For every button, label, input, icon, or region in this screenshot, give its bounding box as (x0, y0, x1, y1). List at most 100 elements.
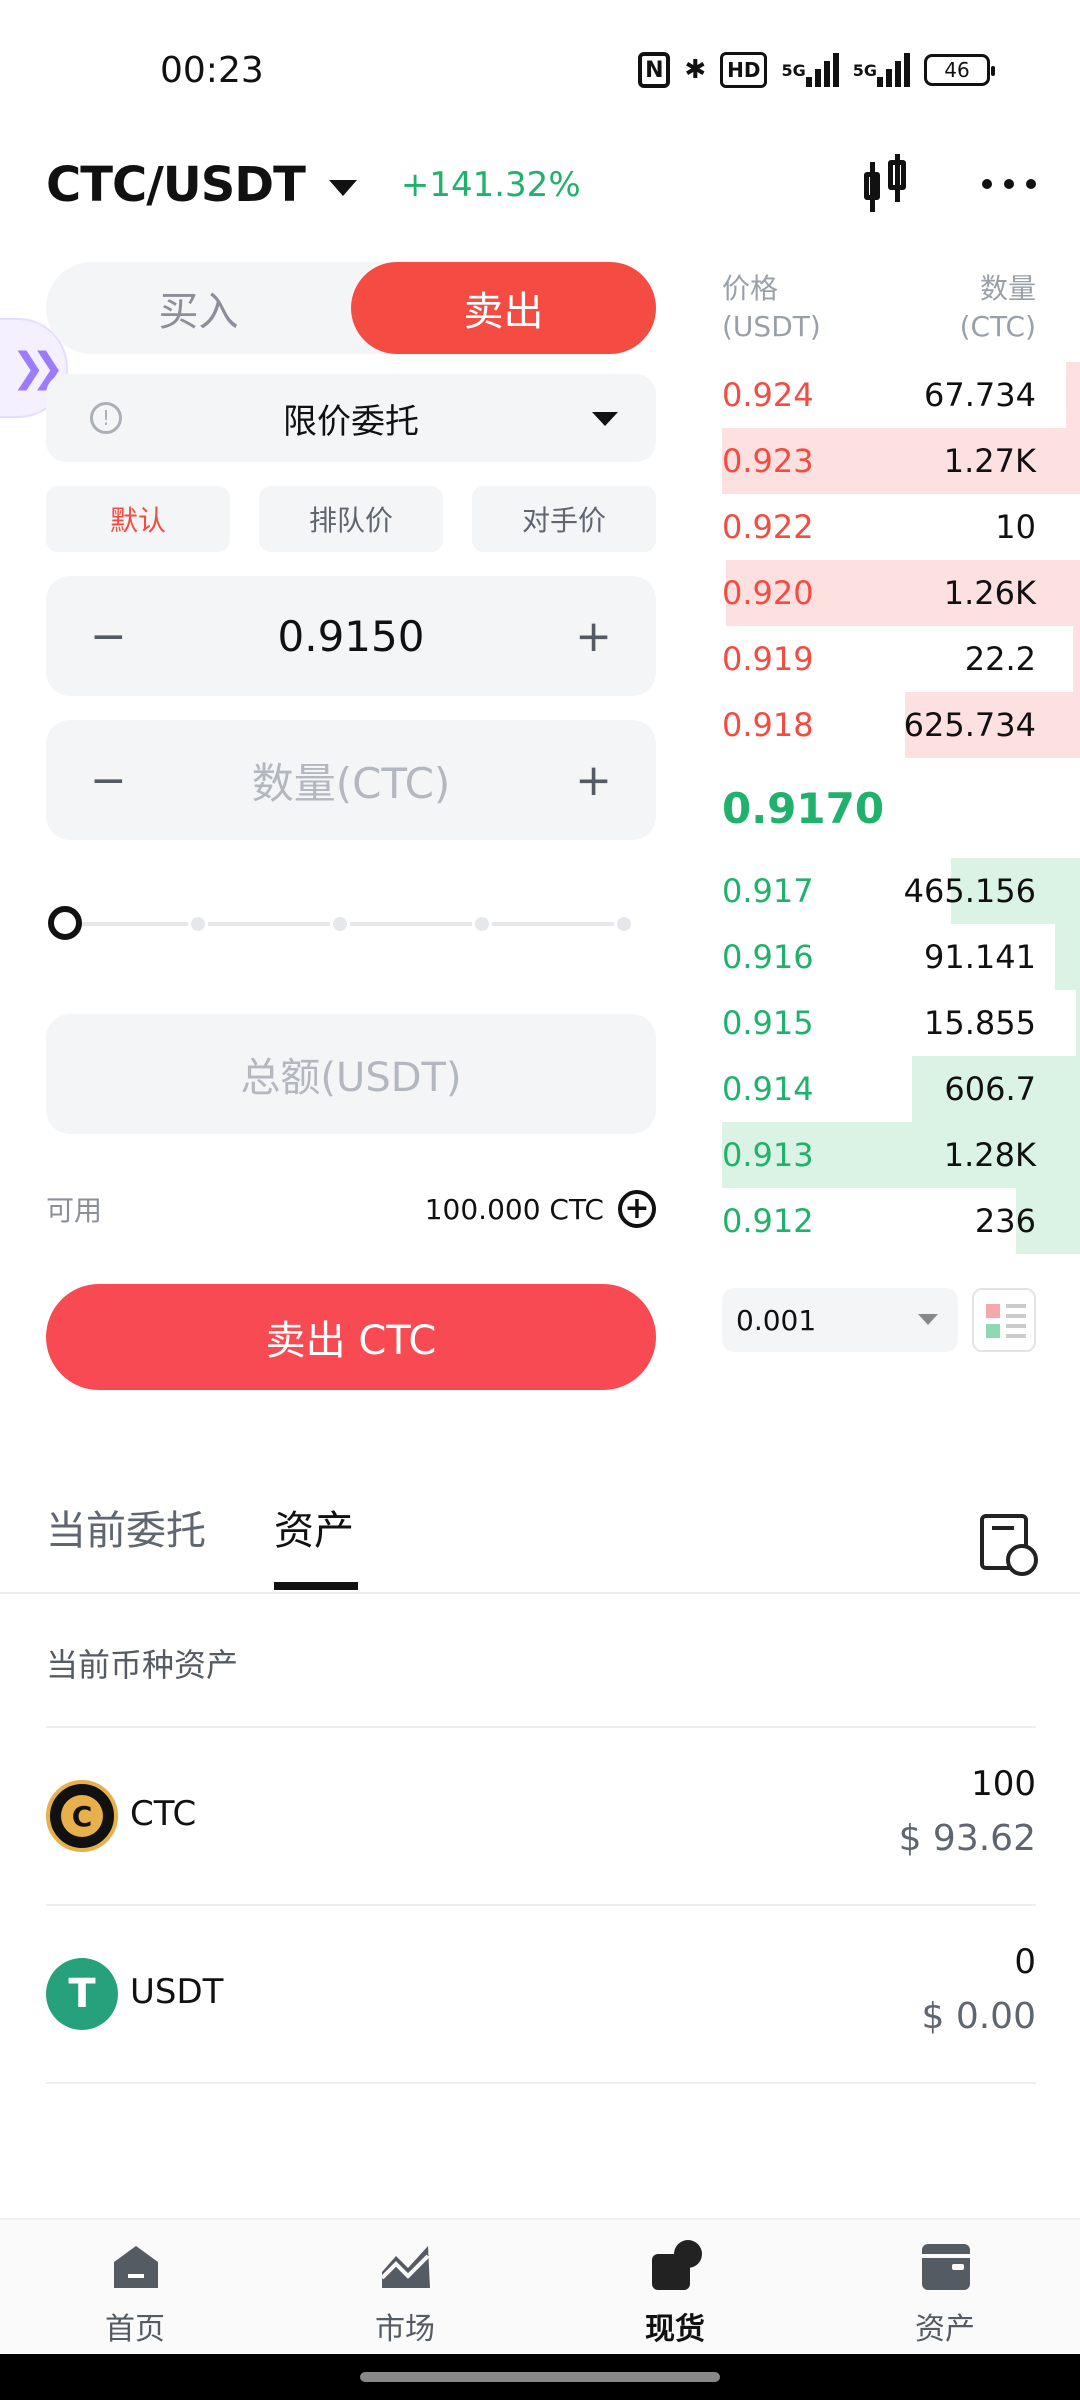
quantity-increment-button[interactable]: + (575, 720, 612, 840)
book-layout-icon[interactable] (972, 1288, 1036, 1352)
asset-usd-value: $ 0.00 (921, 1996, 1036, 2037)
order-book-footer: 0.001 (722, 1288, 1080, 1352)
price-stepper[interactable]: − 0.9150 + (46, 576, 656, 696)
slider-step-25[interactable] (188, 914, 208, 934)
usdt-coin-icon: T (46, 1958, 118, 2030)
price-default-button[interactable]: 默认 (46, 486, 230, 552)
price-mode-buttons: 默认 排队价 对手价 (46, 486, 656, 552)
bottom-nav: 首页 市场 现货 资产 (0, 2218, 1080, 2354)
precision-value: 0.001 (736, 1303, 817, 1337)
candlestick-chart-icon[interactable] (860, 154, 912, 214)
price-change: +141.32% (400, 165, 581, 205)
slider-knob[interactable] (48, 906, 82, 940)
available-balance: 可用 100.000 CTC + (46, 1184, 656, 1234)
more-icon[interactable] (982, 179, 1036, 189)
tab-sell[interactable]: 卖出 (351, 262, 656, 354)
order-book: 价格 (USDT) 数量 (CTC) 0.924 67.734 0.923 1.27K … (722, 262, 1080, 1352)
price-counter-button[interactable]: 对手价 (472, 486, 656, 552)
tab-buy[interactable]: 买入 (46, 262, 351, 354)
price-queue-button[interactable]: 排队价 (259, 486, 443, 552)
price-input[interactable]: 0.9150 (278, 612, 425, 661)
bid-row[interactable]: 0.914 606.7 (722, 1056, 1080, 1122)
pair-selector[interactable]: CTC/USDT (46, 157, 306, 213)
assets-title: 当前币种资产 (46, 1600, 1036, 1728)
slider-step-75[interactable] (472, 914, 492, 934)
order-book-header: 价格 (USDT) 数量 (CTC) (722, 262, 1080, 362)
nfc-icon: N (638, 52, 671, 88)
quantity-decrement-button[interactable]: − (90, 720, 127, 840)
market-chart-icon (380, 2246, 430, 2288)
quantity-stepper[interactable]: − 数量(CTC) + (46, 720, 656, 840)
nav-label: 现货 (645, 2312, 705, 2347)
info-icon[interactable]: ! (90, 402, 122, 434)
caret-down-icon (592, 412, 618, 426)
assets-panel: 当前币种资产 C CTC 100 $ 93.62 T USDT 0 $ 0.00 (46, 1600, 1036, 2084)
hd-icon: HD (720, 52, 768, 88)
price-increment-button[interactable]: + (575, 576, 612, 696)
side-toggle: 买入 卖出 (46, 262, 656, 354)
slider-step-50[interactable] (330, 914, 350, 934)
sell-submit-button[interactable]: 卖出 CTC (46, 1284, 656, 1390)
ask-row[interactable]: 0.918 625.734 (722, 692, 1080, 758)
divider (0, 1592, 1080, 1594)
asks-list: 0.924 67.734 0.923 1.27K 0.922 10 0.920 1.26… (722, 362, 1080, 758)
bids-list: 0.917 465.156 0.916 91.141 0.915 15.855 0.9… (722, 858, 1080, 1254)
ask-row[interactable]: 0.924 67.734 (722, 362, 1080, 428)
nav-assets[interactable]: 资产 (810, 2220, 1080, 2356)
quantity-input[interactable]: 数量(CTC) (252, 750, 451, 811)
nav-label: 市场 (375, 2312, 435, 2347)
qty-header: 数量 (979, 272, 1036, 305)
wallet-icon (922, 2244, 970, 2290)
bottom-tabs: 当前委托 资产 (46, 1480, 1038, 1592)
order-history-icon[interactable] (980, 1514, 1038, 1576)
status-icons: N ✱ HD 5G 5G 46 (638, 52, 995, 88)
total-input[interactable]: 总额(USDT) (46, 1014, 656, 1134)
home-indicator[interactable] (360, 2372, 720, 2382)
asset-amount: 0 (1014, 1942, 1036, 1982)
asset-row-usdt[interactable]: T USDT 0 $ 0.00 (46, 1906, 1036, 2084)
nav-label: 首页 (105, 2312, 165, 2347)
slider-step-100[interactable] (614, 914, 634, 934)
nav-market[interactable]: 市场 (270, 2220, 540, 2356)
ask-row[interactable]: 0.923 1.27K (722, 428, 1080, 494)
tab-assets[interactable]: 资产 (274, 1498, 354, 1556)
asset-usd-value: $ 93.62 (898, 1818, 1036, 1859)
double-chevron-icon: ❯❯ (11, 345, 64, 391)
amount-slider[interactable] (46, 904, 656, 944)
ask-row[interactable]: 0.922 10 (722, 494, 1080, 560)
gesture-bar (0, 2354, 1080, 2400)
tab-open-orders[interactable]: 当前委托 (46, 1498, 206, 1556)
order-type-select[interactable]: ! 限价委托 (46, 374, 656, 462)
price-unit: (USDT) (722, 310, 821, 343)
bid-row[interactable]: 0.915 15.855 (722, 990, 1080, 1056)
nav-label: 资产 (915, 2312, 975, 2347)
home-icon (114, 2246, 158, 2288)
bid-row[interactable]: 0.912 236 (722, 1188, 1080, 1254)
asset-name: CTC (130, 1794, 197, 1834)
nav-spot[interactable]: 现货 (540, 2220, 810, 2356)
status-bar: 00:23 N ✱ HD 5G 5G 46 (0, 0, 1080, 140)
price-decrement-button[interactable]: − (90, 576, 127, 696)
ctc-coin-icon: C (46, 1780, 118, 1852)
price-header: 价格 (722, 272, 779, 305)
precision-select[interactable]: 0.001 (722, 1288, 958, 1352)
order-form: 买入 卖出 ! 限价委托 默认 排队价 对手价 − 0.9150 + − 数量(… (46, 262, 656, 1390)
ask-row[interactable]: 0.919 22.2 (722, 626, 1080, 692)
asset-amount: 100 (971, 1764, 1036, 1804)
bid-row[interactable]: 0.916 91.141 (722, 924, 1080, 990)
ask-row[interactable]: 0.920 1.26K (722, 560, 1080, 626)
qty-unit: (CTC) (959, 310, 1036, 343)
spot-icon (652, 2240, 702, 2290)
nav-home[interactable]: 首页 (0, 2220, 270, 2356)
asset-row-ctc[interactable]: C CTC 100 $ 93.62 (46, 1728, 1036, 1906)
chevron-down-icon[interactable] (328, 180, 357, 196)
status-time: 00:23 (160, 50, 264, 91)
tab-underline (274, 1582, 358, 1590)
available-value: 100.000 CTC (424, 1192, 604, 1226)
add-funds-icon[interactable]: + (618, 1190, 656, 1228)
bid-row[interactable]: 0.917 465.156 (722, 858, 1080, 924)
battery-icon: 46 (924, 54, 995, 86)
bid-row[interactable]: 0.913 1.28K (722, 1122, 1080, 1188)
asset-name: USDT (130, 1972, 224, 2012)
last-price[interactable]: 0.9170 (722, 758, 1080, 858)
